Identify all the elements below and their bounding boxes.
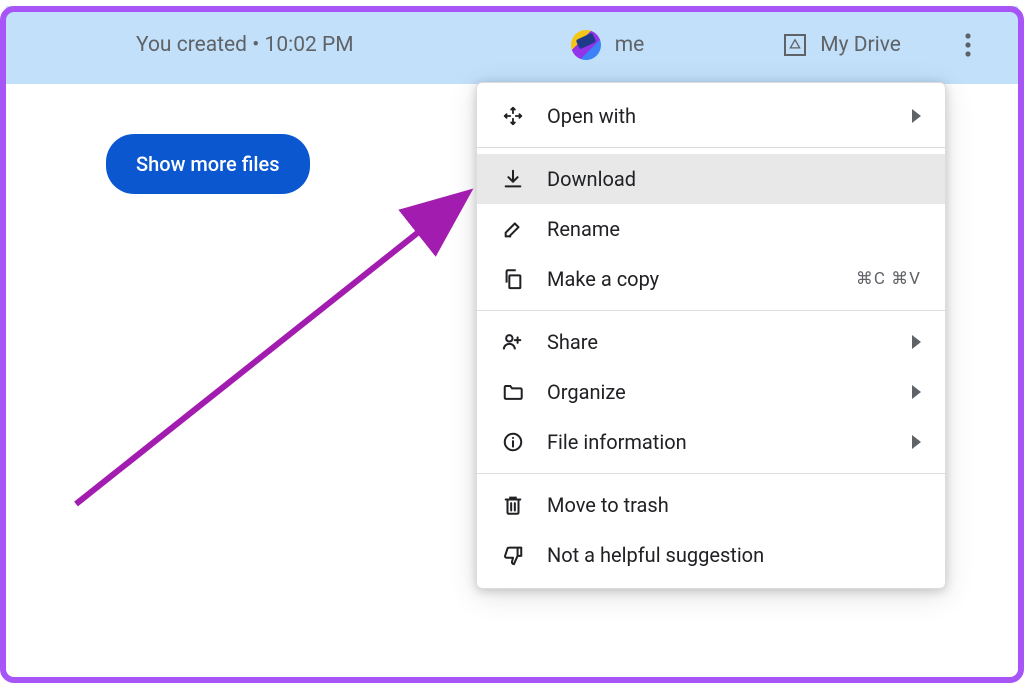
menu-divider bbox=[477, 147, 945, 148]
menu-file-information[interactable]: File information bbox=[477, 417, 945, 467]
menu-divider bbox=[477, 310, 945, 311]
file-header-bar: You created • 10:02 PM me My Drive bbox=[6, 6, 1018, 84]
annotation-arrow bbox=[56, 184, 486, 524]
more-options-button[interactable] bbox=[948, 25, 988, 65]
menu-label: Not a helpful suggestion bbox=[547, 543, 921, 567]
menu-label: Rename bbox=[547, 217, 921, 241]
context-menu: Open with Download Rename Make a copy ⌘C… bbox=[476, 82, 946, 589]
menu-rename[interactable]: Rename bbox=[477, 204, 945, 254]
file-location-cell: My Drive bbox=[784, 33, 901, 57]
menu-divider bbox=[477, 473, 945, 474]
open-with-icon bbox=[501, 104, 525, 128]
menu-label: File information bbox=[547, 430, 890, 454]
menu-share[interactable]: Share bbox=[477, 317, 945, 367]
content-area: Show more files Open with Download bbox=[6, 84, 1018, 677]
download-icon bbox=[501, 167, 525, 191]
menu-move-to-trash[interactable]: Move to trash bbox=[477, 480, 945, 530]
menu-not-helpful[interactable]: Not a helpful suggestion bbox=[477, 530, 945, 580]
copy-icon bbox=[501, 267, 525, 291]
menu-make-copy[interactable]: Make a copy ⌘C ⌘V bbox=[477, 254, 945, 304]
menu-label: Open with bbox=[547, 104, 890, 128]
organize-icon bbox=[501, 380, 525, 404]
menu-organize[interactable]: Organize bbox=[477, 367, 945, 417]
menu-label: Make a copy bbox=[547, 267, 834, 291]
trash-icon bbox=[501, 493, 525, 517]
chevron-right-icon bbox=[912, 435, 921, 449]
file-owner-cell: me bbox=[571, 30, 645, 60]
menu-download[interactable]: Download bbox=[477, 154, 945, 204]
chevron-right-icon bbox=[912, 109, 921, 123]
chevron-right-icon bbox=[912, 335, 921, 349]
menu-label: Share bbox=[547, 330, 890, 354]
menu-open-with[interactable]: Open with bbox=[477, 91, 945, 141]
avatar bbox=[571, 30, 601, 60]
owner-label: me bbox=[615, 33, 645, 57]
rename-icon bbox=[501, 217, 525, 241]
drive-icon bbox=[784, 34, 806, 56]
menu-label: Organize bbox=[547, 380, 890, 404]
file-created-info: You created • 10:02 PM bbox=[136, 33, 354, 57]
location-label: My Drive bbox=[820, 33, 901, 57]
thumbs-down-icon bbox=[501, 543, 525, 567]
chevron-right-icon bbox=[912, 385, 921, 399]
info-icon bbox=[501, 430, 525, 454]
share-icon bbox=[501, 330, 525, 354]
menu-shortcut: ⌘C ⌘V bbox=[856, 269, 921, 289]
show-more-files-button[interactable]: Show more files bbox=[106, 134, 310, 194]
menu-label: Download bbox=[547, 167, 921, 191]
menu-label: Move to trash bbox=[547, 493, 921, 517]
